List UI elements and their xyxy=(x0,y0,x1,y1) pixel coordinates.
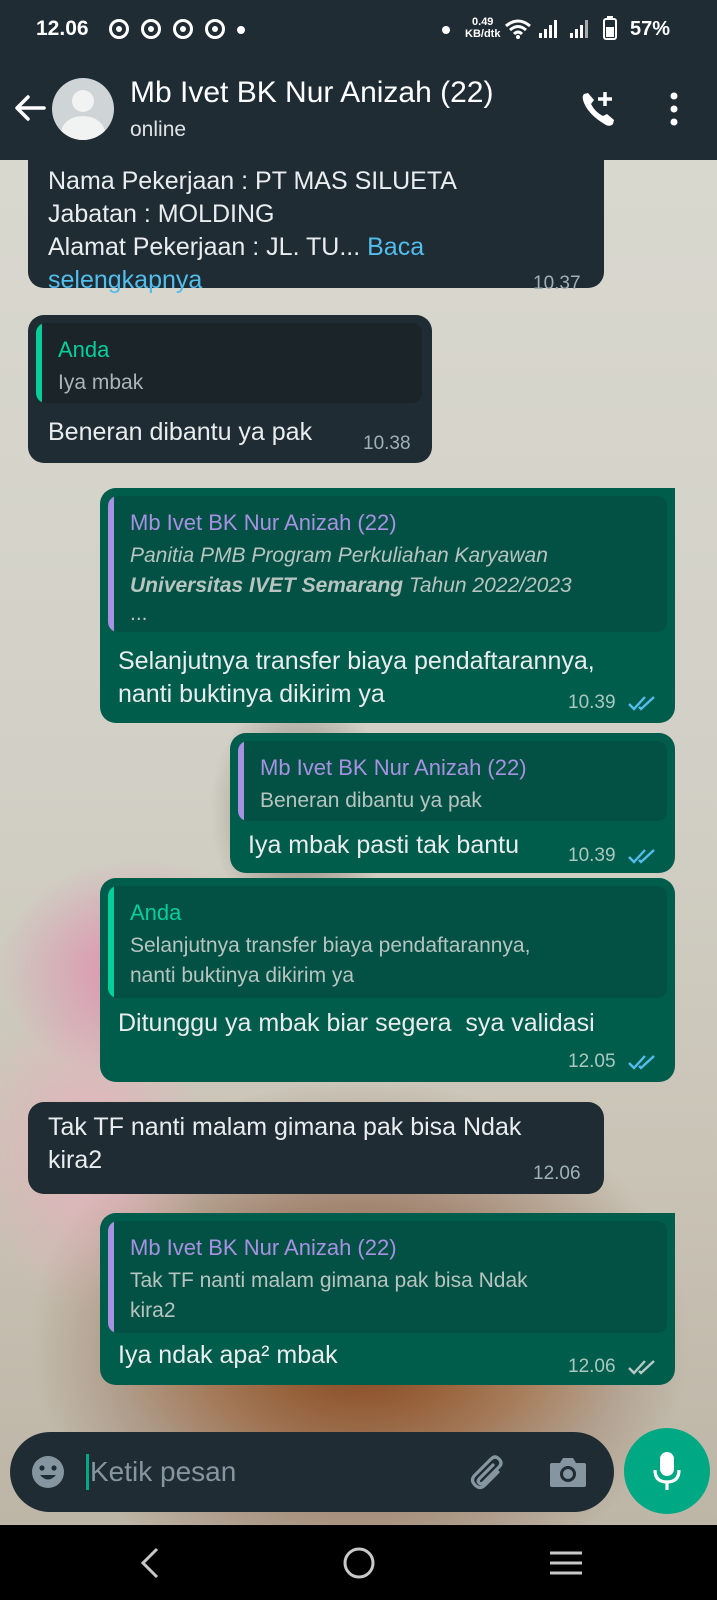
network-speed-unit: KB/dtk xyxy=(465,28,501,40)
battery-percentage: 57% xyxy=(630,18,671,40)
message-line: nanti buktinya dikirim ya xyxy=(118,680,385,708)
message-text: Iya mbak pasti tak bantu xyxy=(248,831,519,859)
message-time: 12.06 xyxy=(568,1356,616,1377)
quote-bar xyxy=(238,741,244,821)
message-line: kira2 xyxy=(48,1146,103,1174)
message-line-text: Alamat Pekerjaan : JL. TU... xyxy=(48,233,361,261)
battery-icon xyxy=(603,16,617,40)
quote-bar xyxy=(36,323,42,403)
nav-back-icon[interactable] xyxy=(131,1543,171,1583)
quote-bold-text: Universitas IVET Semarang xyxy=(130,574,404,597)
quote-author: Mb Ivet BK Nur Anizah (22) xyxy=(130,510,397,535)
read-more-link[interactable]: Baca xyxy=(367,233,424,261)
message-line: Nama Pekerjaan : PT MAS SILUETA xyxy=(48,167,457,195)
message-bubble-incoming[interactable]: Nama Pekerjaan : PT MAS SILUETA Jabatan … xyxy=(28,160,604,294)
quote-bar xyxy=(108,886,114,998)
nav-recents-icon[interactable] xyxy=(546,1543,586,1583)
quote-author: Anda xyxy=(58,337,110,362)
message-time: 10.37 xyxy=(533,273,581,294)
status-time: 12.06 xyxy=(36,17,89,40)
quote-text-rest: Tahun 2022/2023 xyxy=(403,574,572,597)
read-more-link[interactable]: selengkapnya xyxy=(48,263,202,297)
message-time: 12.06 xyxy=(533,1163,581,1184)
emoji-icon[interactable] xyxy=(30,1454,66,1490)
message-line: Tak TF nanti malam gimana pak bisa Ndak xyxy=(48,1113,522,1141)
read-ticks-icon xyxy=(628,696,655,711)
chrome-notification-icon xyxy=(141,19,161,39)
avatar[interactable] xyxy=(52,78,114,140)
dot-icon xyxy=(442,26,450,34)
message-text: Ditunggu ya mbak biar segera sya validas… xyxy=(118,1009,595,1037)
quote-author: Mb Ivet BK Nur Anizah (22) xyxy=(260,755,527,780)
chat-header: Mb Ivet BK Nur Anizah (22) online xyxy=(0,58,717,160)
avatar-head xyxy=(72,90,94,112)
message-bubble-outgoing[interactable]: Anda Selanjutnya transfer biaya pendafta… xyxy=(100,878,675,1082)
chrome-notification-icon xyxy=(205,19,225,39)
contact-name[interactable]: Mb Ivet BK Nur Anizah (22) xyxy=(130,76,494,110)
contact-status: online xyxy=(130,118,187,141)
quoted-message[interactable]: Anda Selanjutnya transfer biaya pendafta… xyxy=(108,886,667,998)
wifi-icon xyxy=(505,19,531,39)
quote-text: Tak TF nanti malam gimana pak bisa Ndak xyxy=(130,1269,528,1292)
quote-author: Mb Ivet BK Nur Anizah (22) xyxy=(130,1235,397,1260)
status-bar: 12.06 0.49 KB/dtk 57% xyxy=(0,0,717,58)
quoted-message[interactable]: Mb Ivet BK Nur Anizah (22) Panitia PMB P… xyxy=(108,496,667,632)
camera-icon[interactable] xyxy=(548,1454,588,1490)
message-time: 10.38 xyxy=(363,433,411,454)
quote-text: Panitia PMB Program Perkuliahan Karyawan xyxy=(130,544,548,567)
quote-text: Beneran dibantu ya pak xyxy=(260,789,482,812)
add-call-icon[interactable] xyxy=(578,88,620,130)
quoted-message[interactable]: Mb Ivet BK Nur Anizah (22) Tak TF nanti … xyxy=(108,1221,667,1333)
message-text: Iya ndak apa² mbak xyxy=(118,1341,338,1369)
message-bubble-outgoing[interactable]: Mb Ivet BK Nur Anizah (22) Tak TF nanti … xyxy=(100,1213,675,1385)
quote-bar xyxy=(108,496,114,632)
signal-sim1-icon xyxy=(539,20,557,38)
network-speed: 0.49 KB/dtk xyxy=(465,16,500,40)
message-bubble-outgoing[interactable]: Mb Ivet BK Nur Anizah (22) Panitia PMB P… xyxy=(100,488,675,723)
chrome-notification-icon xyxy=(109,19,129,39)
quoted-message[interactable]: Anda Iya mbak xyxy=(36,323,422,403)
more-notifications-dot-icon xyxy=(237,26,245,34)
quote-text: ... xyxy=(130,602,148,625)
avatar-body xyxy=(61,116,105,140)
message-list[interactable]: Nama Pekerjaan : PT MAS SILUETA Jabatan … xyxy=(0,160,717,1425)
network-speed-value: 0.49 xyxy=(472,16,494,28)
message-time: 10.39 xyxy=(568,692,616,713)
message-line: Alamat Pekerjaan : JL. TU... Baca xyxy=(48,230,424,264)
read-ticks-icon xyxy=(628,1055,655,1070)
message-bubble-incoming[interactable]: Tak TF nanti malam gimana pak bisa Ndak … xyxy=(28,1102,604,1194)
mic-icon xyxy=(653,1452,681,1490)
quote-text: nanti buktinya dikirim ya xyxy=(130,964,355,987)
paperclip-icon[interactable] xyxy=(468,1452,510,1494)
quote-text: Universitas IVET Semarang Tahun 2022/202… xyxy=(130,572,572,600)
message-text: Beneran dibantu ya pak xyxy=(48,418,313,446)
chrome-notification-icon xyxy=(173,19,193,39)
message-input[interactable] xyxy=(90,1450,450,1494)
message-time: 10.39 xyxy=(568,845,616,866)
voice-record-button[interactable] xyxy=(624,1428,710,1514)
quote-text: Selanjutnya transfer biaya pendaftaranny… xyxy=(130,934,531,957)
more-vert-icon[interactable] xyxy=(660,88,688,130)
quoted-message[interactable]: Mb Ivet BK Nur Anizah (22) Beneran diban… xyxy=(238,741,667,821)
quote-author: Anda xyxy=(130,900,182,925)
quote-text: kira2 xyxy=(130,1299,176,1322)
nav-home-icon[interactable] xyxy=(339,1543,379,1583)
delivered-ticks-icon xyxy=(628,1360,655,1375)
read-ticks-icon xyxy=(628,849,655,864)
signal-sim2-icon xyxy=(570,20,588,38)
message-composer xyxy=(10,1432,614,1512)
quote-text: Iya mbak xyxy=(58,371,144,394)
message-bubble-outgoing[interactable]: Mb Ivet BK Nur Anizah (22) Beneran diban… xyxy=(230,733,675,873)
arrow-left-icon[interactable] xyxy=(10,88,50,128)
text-caret xyxy=(86,1454,89,1490)
message-line: Selanjutnya transfer biaya pendaftaranny… xyxy=(118,647,595,675)
quote-bar xyxy=(108,1221,114,1333)
message-line: Jabatan : MOLDING xyxy=(48,200,275,228)
message-bubble-incoming[interactable]: Anda Iya mbak Beneran dibantu ya pak 10.… xyxy=(28,315,432,463)
message-time: 12.05 xyxy=(568,1051,616,1072)
system-navigation-bar xyxy=(0,1525,717,1600)
